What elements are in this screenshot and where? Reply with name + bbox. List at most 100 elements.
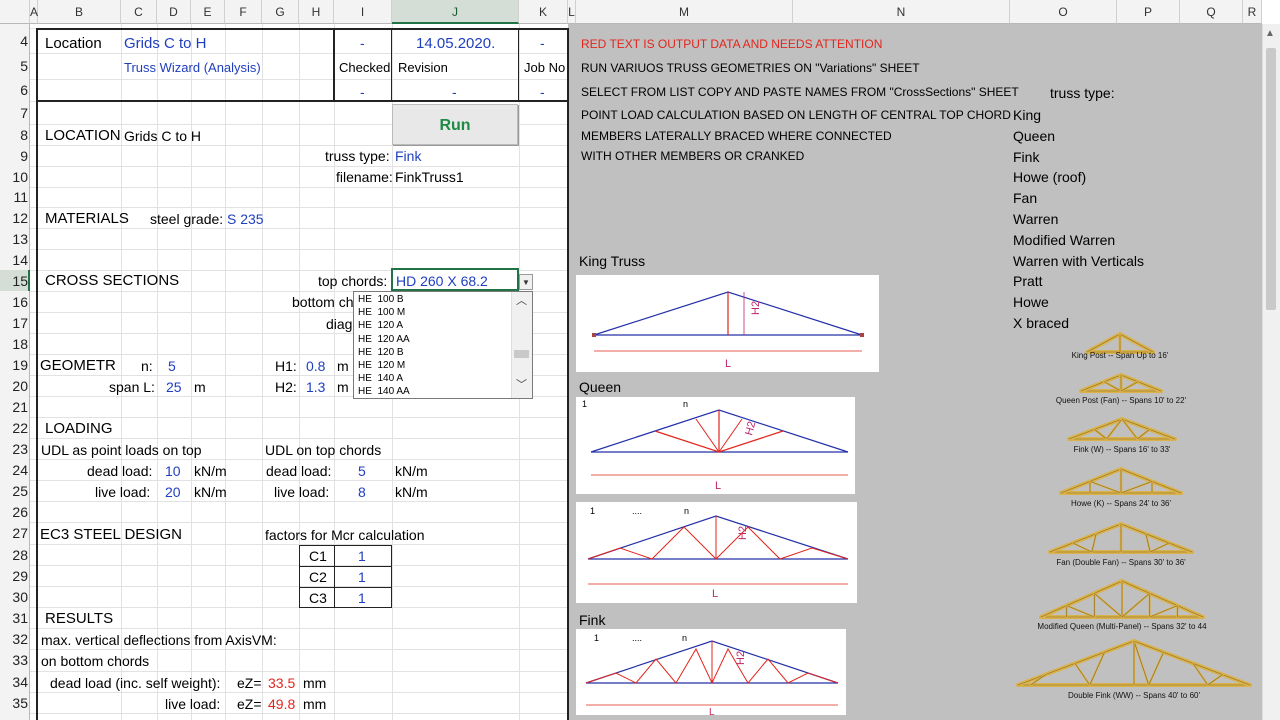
col-header-r[interactable]: R	[1243, 0, 1262, 24]
span-unit: m	[194, 379, 206, 395]
revision-value[interactable]: -	[452, 85, 457, 99]
row-header[interactable]: 27	[0, 526, 34, 540]
live-load-1[interactable]: 20	[165, 485, 181, 499]
col-header-f[interactable]: F	[225, 0, 262, 24]
truss-type-value[interactable]: Fink	[395, 149, 421, 163]
dropdown-option[interactable]: HE 100 M	[358, 307, 405, 318]
c1-value[interactable]: 1	[358, 549, 366, 563]
dropdown-scroll-thumb[interactable]	[514, 350, 529, 358]
checked-value[interactable]: -	[360, 36, 365, 50]
dropdown-option[interactable]: HE 120 A	[358, 320, 403, 331]
checked-by[interactable]: -	[360, 85, 365, 99]
row-header[interactable]: 4	[0, 34, 34, 48]
border-title-bottom	[36, 100, 568, 102]
span-value[interactable]: 25	[166, 380, 182, 394]
dropdown-option[interactable]: HE 140 AA	[358, 386, 410, 397]
scrollbar-thumb[interactable]	[1266, 48, 1276, 310]
row-header[interactable]: 5	[0, 59, 34, 73]
factors-label: factors for Mcr calculation	[265, 527, 425, 543]
h2-value[interactable]: 1.3	[306, 380, 325, 394]
row-header[interactable]: 25	[0, 484, 34, 498]
live-load-2[interactable]: 8	[358, 485, 366, 499]
row-header[interactable]: 6	[0, 83, 34, 97]
row-header[interactable]: 32	[0, 632, 34, 646]
row-header[interactable]: 34	[0, 675, 34, 689]
row-header[interactable]: 14	[0, 253, 34, 267]
dead-load-1[interactable]: 10	[165, 464, 181, 478]
row-header[interactable]: 8	[0, 128, 34, 142]
col-header-q[interactable]: Q	[1180, 0, 1243, 24]
select-all-corner[interactable]	[0, 0, 30, 24]
dropdown-option[interactable]: HE 140 A	[358, 373, 403, 384]
job-value[interactable]: -	[540, 36, 545, 50]
col-header-k[interactable]: K	[519, 0, 568, 24]
dropdown-option[interactable]: HE 120 B	[358, 347, 404, 358]
dropdown-option[interactable]: HE 120 AA	[358, 334, 410, 345]
scroll-up-icon[interactable]: ▲	[1265, 29, 1275, 39]
row-header[interactable]: 33	[0, 653, 34, 667]
col-header-d[interactable]: D	[157, 0, 191, 24]
row-header[interactable]: 35	[0, 696, 34, 710]
row-header[interactable]: 31	[0, 611, 34, 625]
row-header[interactable]: 15	[0, 274, 34, 288]
dropdown-option[interactable]: HE 120 M	[358, 360, 405, 371]
c3-value[interactable]: 1	[358, 591, 366, 605]
location-header-value[interactable]: Grids C to H	[124, 36, 207, 51]
row-header[interactable]: 16	[0, 295, 34, 309]
row-header[interactable]: 29	[0, 569, 34, 583]
queen-title: Queen	[579, 379, 622, 395]
cross-section-dropdown[interactable]: HE 100 B HE 100 M HE 120 A HE 120 AA HE 120 …	[353, 291, 533, 399]
col-header-g[interactable]: G	[262, 0, 299, 24]
row-header[interactable]: 30	[0, 590, 34, 604]
second-dots-label: ....	[632, 506, 642, 516]
col-header-n[interactable]: N	[793, 0, 1010, 24]
col-header-i[interactable]: I	[334, 0, 392, 24]
col-header-e[interactable]: E	[191, 0, 225, 24]
dropdown-option[interactable]: HE 100 B	[358, 294, 404, 305]
run-button[interactable]: Run	[392, 104, 518, 145]
truss-type-item: Queen	[1013, 127, 1056, 144]
row-header[interactable]: 17	[0, 316, 34, 330]
filename-value[interactable]: FinkTruss1	[395, 170, 464, 184]
row-header[interactable]: 26	[0, 505, 34, 519]
dropdown-arrow-button[interactable]: ▼	[519, 274, 533, 290]
fink-one-label: 1	[594, 633, 599, 643]
date-value[interactable]: 14.05.2020.	[416, 36, 495, 51]
dead-load-2[interactable]: 5	[358, 464, 366, 478]
row-header[interactable]: 7	[0, 106, 34, 120]
col-header-m[interactable]: M	[576, 0, 793, 24]
row-header[interactable]: 23	[0, 442, 34, 456]
row-header[interactable]: 10	[0, 170, 34, 184]
job-no-value[interactable]: -	[540, 85, 545, 99]
col-header-p[interactable]: P	[1117, 0, 1180, 24]
dropdown-scroll-down-icon[interactable]: ﹀	[516, 380, 527, 391]
row-header[interactable]: 12	[0, 211, 34, 225]
row-header[interactable]: 19	[0, 358, 34, 372]
top-chords-value[interactable]: HD 260 X 68.2	[396, 274, 488, 288]
col-header-b[interactable]: B	[38, 0, 121, 24]
row-header[interactable]: 20	[0, 379, 34, 393]
h1-value[interactable]: 0.8	[306, 359, 325, 373]
row-header[interactable]: 28	[0, 548, 34, 562]
col-header-j[interactable]: J	[392, 0, 519, 24]
row-header[interactable]: 21	[0, 400, 34, 414]
col-header-o[interactable]: O	[1010, 0, 1117, 24]
col-header-l[interactable]: L	[568, 0, 576, 24]
n-value[interactable]: 5	[168, 359, 176, 373]
truss-type-item: Pratt	[1013, 273, 1043, 290]
row-header[interactable]: 22	[0, 421, 34, 435]
col-header-a[interactable]: A	[30, 0, 38, 24]
row-header[interactable]: 11	[0, 190, 34, 204]
row-header[interactable]: 18	[0, 337, 34, 351]
border-left-outer	[36, 28, 38, 720]
col-header-h[interactable]: H	[299, 0, 334, 24]
row-header[interactable]: 9	[0, 149, 34, 163]
truss-type-item: X braced	[1013, 315, 1070, 331]
location-value[interactable]: Grids C to H	[124, 129, 201, 143]
col-header-c[interactable]: C	[121, 0, 157, 24]
steel-grade-value[interactable]: S 235	[227, 212, 264, 226]
row-header[interactable]: 13	[0, 232, 34, 246]
c2-value[interactable]: 1	[358, 570, 366, 584]
row-header[interactable]: 24	[0, 463, 34, 477]
dropdown-scroll-up-icon[interactable]: ︿	[516, 296, 527, 307]
